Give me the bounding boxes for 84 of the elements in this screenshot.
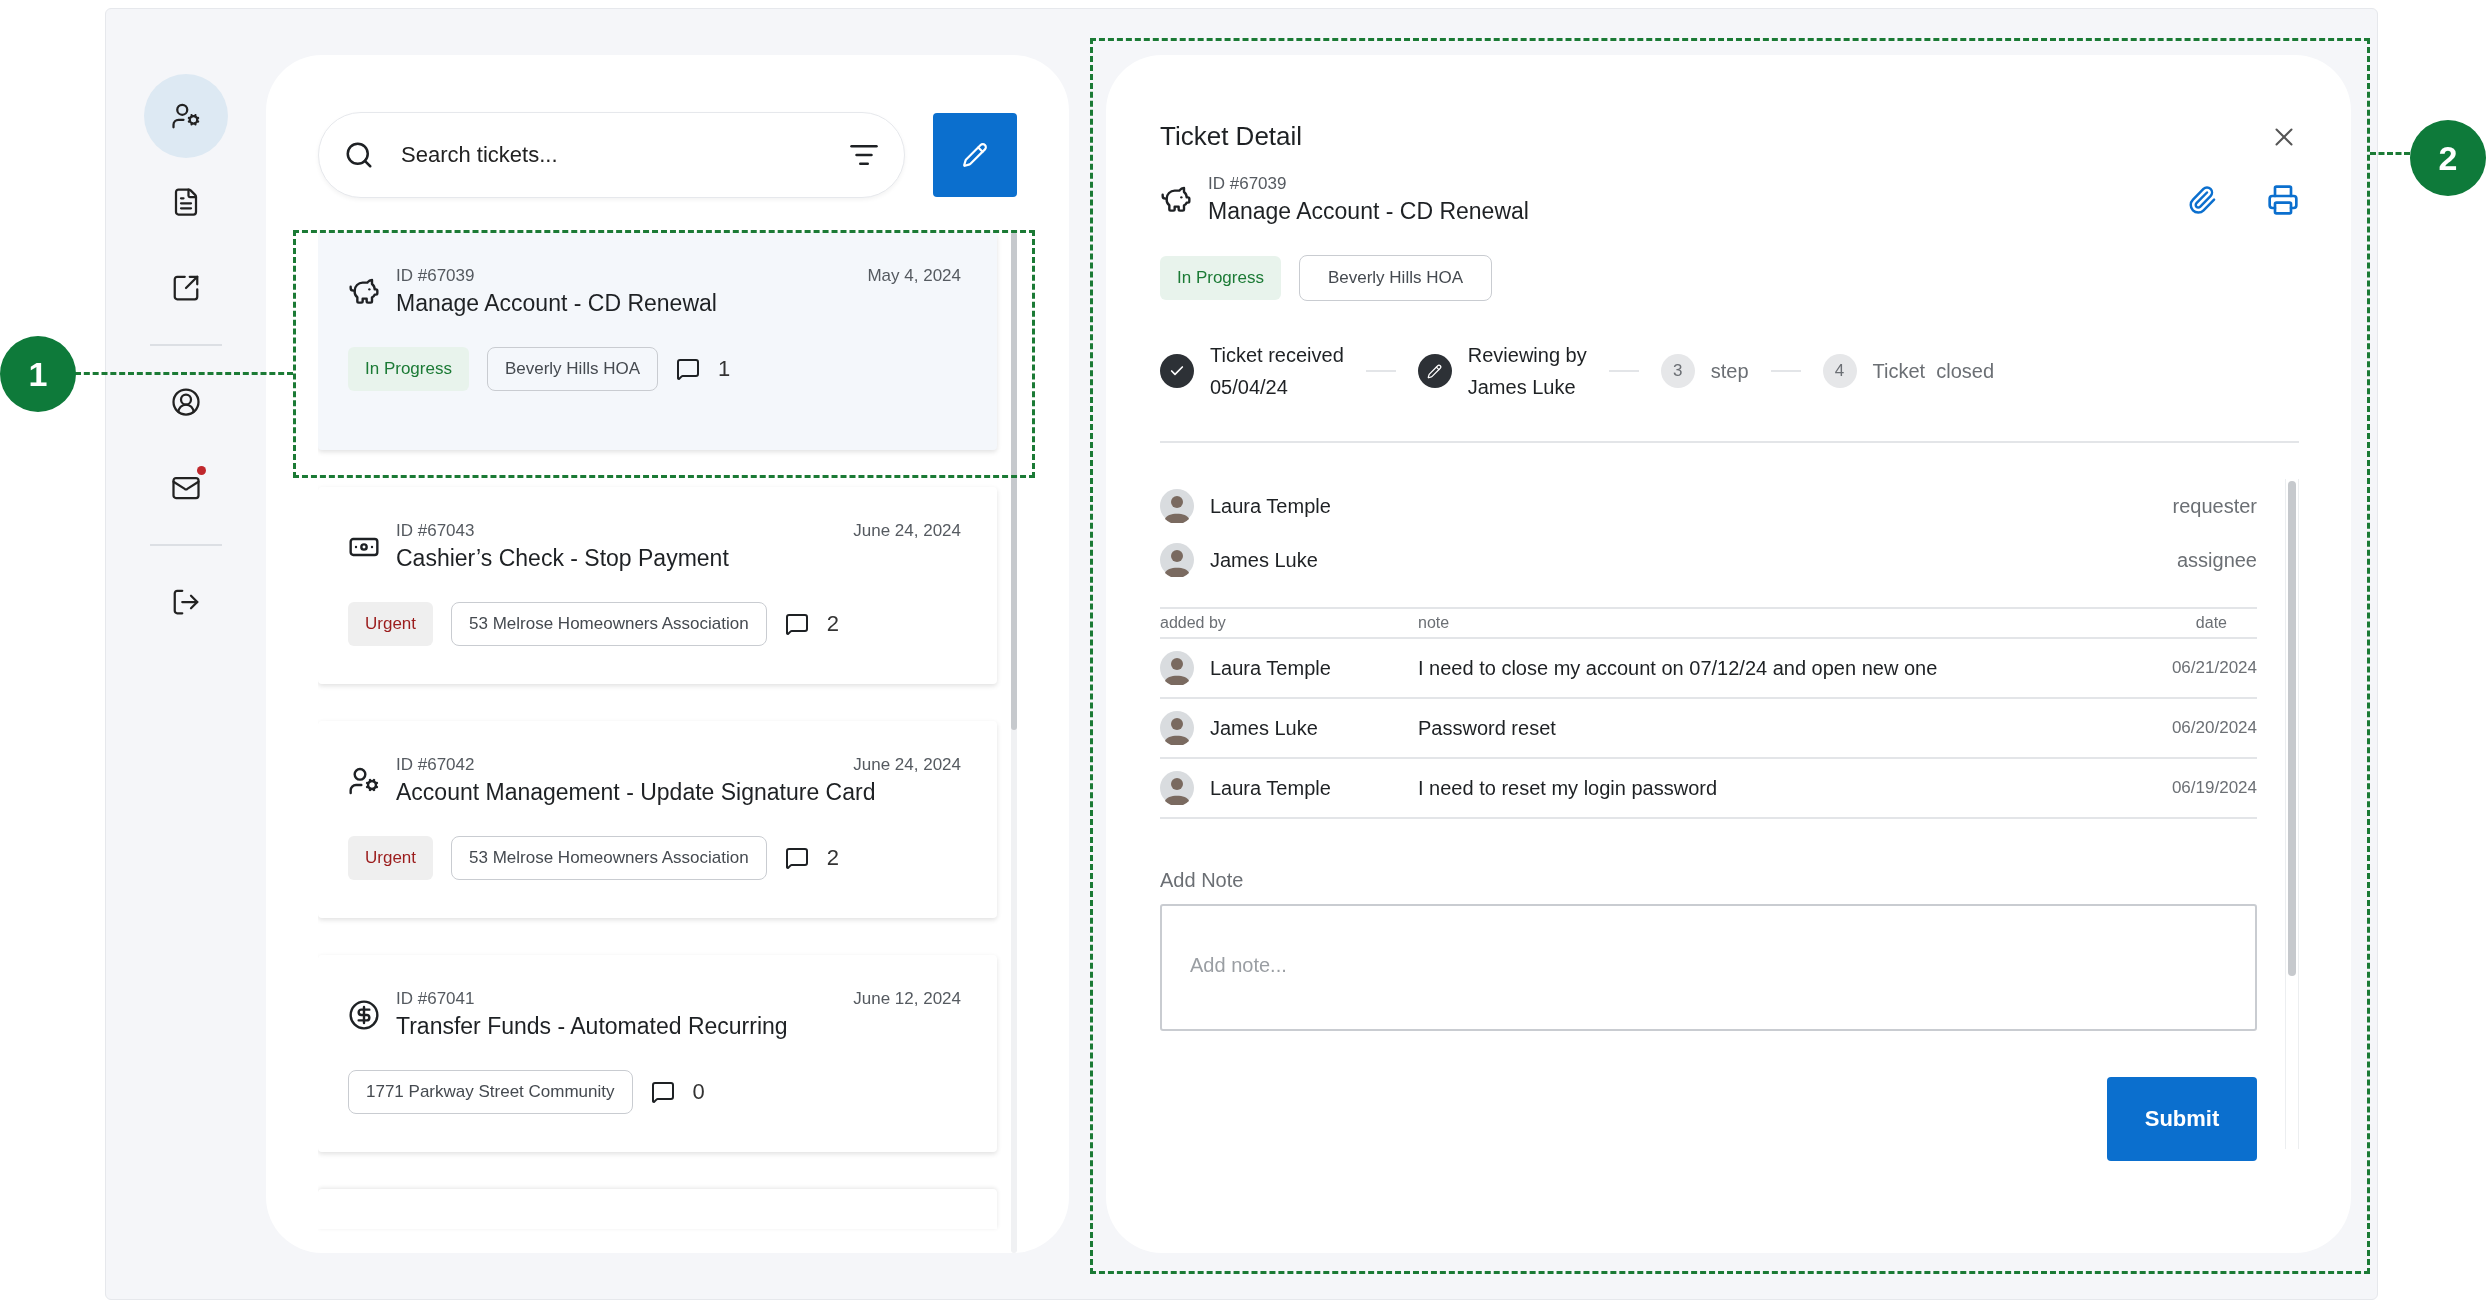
ticket-title: Transfer Funds - Automated Recurring: [396, 1013, 789, 1040]
ticket-id: ID #67043: [396, 521, 475, 541]
avatar: [1160, 651, 1194, 685]
table-cell: James Luke: [1210, 716, 1318, 740]
ticket-title: Manage Account - CD Renewal: [396, 290, 718, 317]
person-name: Laura Temple: [1210, 494, 1331, 518]
field-label: Add Note: [1160, 869, 1245, 892]
search-field[interactable]: Search tickets...: [318, 112, 905, 198]
status-tag: Urgent: [348, 836, 434, 880]
ticket-date: June 12, 2024: [853, 989, 961, 1009]
status-tag: In Progress: [348, 347, 469, 391]
group-tag: 53 Melrose Homeowners Association: [451, 602, 767, 646]
group-tag: 1771 Parkway Street Community: [348, 1070, 633, 1114]
person-role: assignee: [2176, 548, 2257, 572]
group-tag: Beverly Hills HOA: [486, 347, 659, 391]
search-icon: [344, 140, 374, 170]
compose-button[interactable]: [933, 113, 1017, 197]
group-tag: 53 Melrose Homeowners Association: [451, 836, 767, 880]
table-cell-text: 06/20/2024: [2170, 718, 2257, 738]
paperclip-icon: [2187, 184, 2217, 215]
print-button[interactable]: [2267, 183, 2299, 216]
step-marker: 4: [1822, 354, 1857, 388]
pencil-icon: [1427, 363, 1443, 379]
dollar-icon: [348, 998, 380, 1031]
ticket-id: ID #67042: [396, 755, 475, 775]
comment-count: 2: [826, 611, 839, 637]
profile-icon: [171, 387, 201, 417]
table-cell: Laura Temple: [1210, 656, 1331, 680]
step-label: Ticket closed: [1872, 359, 1995, 384]
logout-icon: [171, 587, 201, 617]
ticket-card[interactable]: ID #67039 May 4, 2024 Manage Account - CD Renewal In Progress Beverly Hills HOA 1: [318, 232, 997, 450]
submit-button[interactable]: Submit: [2107, 1077, 2257, 1161]
ticket-date: June 24, 2024: [853, 521, 961, 541]
step-label: Reviewing by James Luke: [1467, 343, 1587, 400]
step-label: step: [1710, 359, 1749, 384]
ticket-date: May 4, 2024: [867, 266, 961, 286]
ticket-id: ID #67039: [396, 266, 475, 286]
ticket-card[interactable]: ID #67042 June 24, 2024 Account Management - Update Signature Card Urgent 53 Melrose Homeowners Association 2: [318, 721, 997, 918]
ticket-title: Cashier’s Check - Stop Payment: [396, 545, 730, 572]
table-cell-text: 06/19/2024: [2170, 778, 2257, 798]
status-tag: Urgent: [348, 602, 434, 646]
avatar: [1160, 711, 1194, 745]
table-cell-text: Password reset: [1418, 716, 1557, 740]
ticket-title: Account Management - Update Signature Card: [396, 779, 877, 806]
pencil-icon: [962, 142, 988, 168]
callout-marker: 1: [0, 336, 76, 412]
column-header: date: [2194, 614, 2228, 632]
scrollbar[interactable]: [2285, 479, 2299, 1149]
external-link-icon: [171, 273, 201, 303]
group-tag: Beverly Hills HOA: [1298, 255, 1493, 301]
callout-marker: 2: [2410, 120, 2486, 196]
comment-icon: [784, 846, 809, 870]
column-header: note: [1418, 614, 1451, 632]
ticket-card[interactable]: ID #67043 June 24, 2024 Cashier’s Check - Stop Payment Urgent 53 Melrose Homeowners Association 2: [318, 487, 997, 684]
scrollbar[interactable]: [1011, 232, 1017, 1253]
panel-title: Ticket Detail: [1160, 121, 1303, 152]
user-gear-icon: [171, 101, 201, 131]
printer-icon: [2267, 183, 2299, 216]
ticket-title: Manage Account - CD Renewal: [1208, 198, 1530, 225]
table-cell-text: I need to reset my login password: [1418, 776, 1719, 800]
table-cell: Laura Temple: [1210, 776, 1331, 800]
table-cell-text: 06/21/2024: [2170, 658, 2257, 678]
note-field[interactable]: Add note...: [1160, 904, 2257, 1031]
table-cell-text: I need to close my account on 07/12/24 and open new one: [1418, 656, 1939, 680]
column-header: added by: [1160, 614, 1227, 632]
person-role: requester: [2172, 494, 2257, 518]
step-marker: 3: [1660, 354, 1695, 388]
avatar: [1160, 543, 1194, 577]
avatar: [1160, 771, 1194, 805]
comment-icon: [784, 612, 809, 636]
comment-count: 2: [826, 845, 839, 871]
ticket-date: June 24, 2024: [853, 755, 961, 775]
comment-icon: [650, 1080, 675, 1104]
comment-icon: [676, 357, 701, 381]
status-tag: In Progress: [1160, 256, 1281, 300]
attach-button[interactable]: [2187, 184, 2217, 215]
ticket-id: ID #67041: [396, 989, 475, 1009]
step-label: Ticket received 05/04/24: [1210, 343, 1344, 400]
ticket-card[interactable]: ID #67041 June 12, 2024 Transfer Funds - Automated Recurring 1771 Parkway Street Community 0: [318, 955, 997, 1152]
avatar: [1160, 489, 1194, 523]
comment-count: 0: [692, 1079, 705, 1105]
ticket-id: ID #67039: [1208, 174, 1288, 194]
comment-count: 1: [718, 356, 731, 382]
person-name: James Luke: [1210, 548, 1318, 572]
